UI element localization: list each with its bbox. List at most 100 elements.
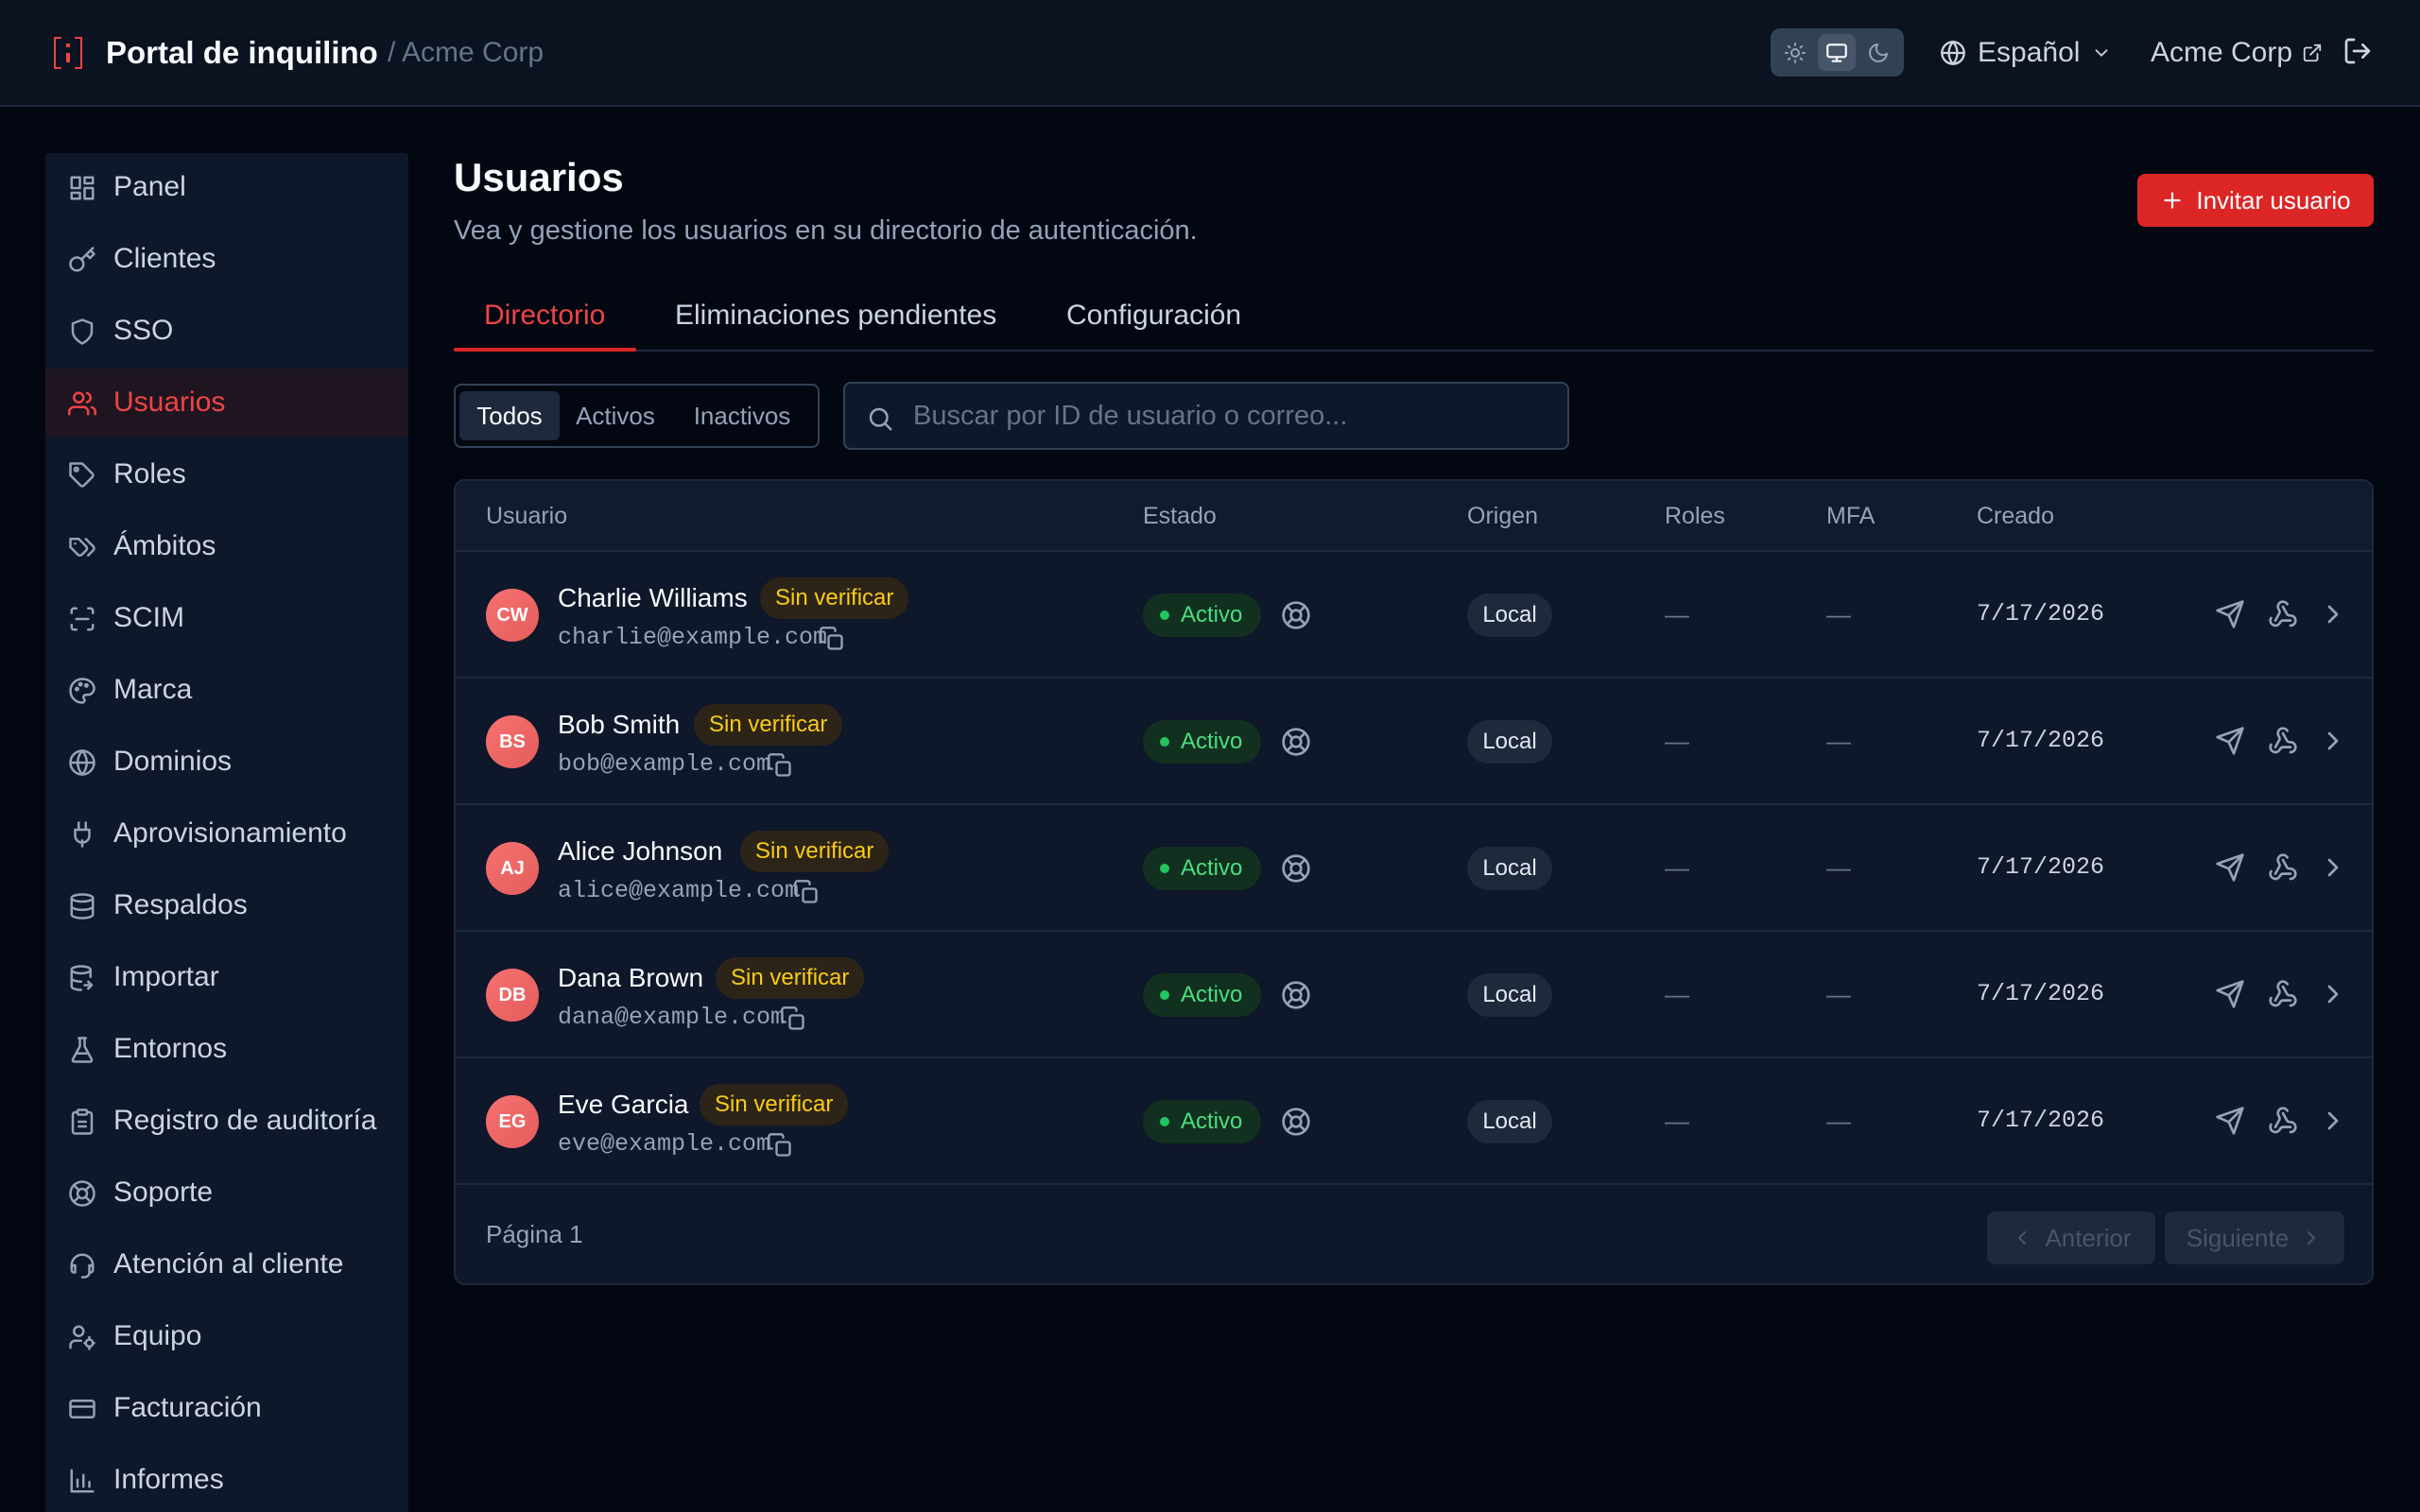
sidebar-item-label: Aprovisionamiento	[113, 817, 347, 849]
light-theme-button[interactable]	[1776, 34, 1814, 71]
filter-inactivos[interactable]: Inactivos	[671, 391, 813, 440]
sidebar-item-respaldos[interactable]: Respaldos	[45, 871, 408, 939]
next-page-label: Siguiente	[2186, 1223, 2290, 1252]
lifebuoy-icon[interactable]	[1281, 1107, 1311, 1137]
sidebar-item-sso[interactable]: SSO	[45, 297, 408, 365]
table-row[interactable]: DB Dana Brown Sin verificar dana@example…	[456, 932, 2372, 1058]
flask-icon	[68, 1036, 96, 1064]
mfa-value: —	[1826, 853, 1851, 882]
sidebar-item-entornos[interactable]: Entornos	[45, 1015, 408, 1083]
avatar: BS	[486, 715, 539, 768]
status-dot	[1160, 990, 1169, 1000]
breadcrumb[interactable]: / Acme Corp	[388, 32, 544, 74]
copy-icon[interactable]	[793, 879, 820, 905]
table-row[interactable]: EG Eve Garcia Sin verificar eve@example.…	[456, 1058, 2372, 1185]
sidebar-item-clientes[interactable]: Clientes	[45, 225, 408, 293]
tab-eliminaciones-pendientes[interactable]: Eliminaciones pendientes	[675, 297, 996, 335]
table-row[interactable]: AJ Alice Johnson Sin verificar alice@exa…	[456, 805, 2372, 932]
search-input[interactable]	[913, 397, 1547, 435]
copy-icon[interactable]	[819, 626, 845, 652]
sidebar-item-ambitos[interactable]: Ámbitos	[45, 512, 408, 580]
roles-value: —	[1665, 853, 1689, 882]
avatar: EG	[486, 1095, 539, 1148]
webhook-icon[interactable]	[2268, 726, 2298, 756]
filter-todos[interactable]: Todos	[459, 391, 560, 440]
users-table: Usuario Estado Origen Roles MFA Creado C…	[454, 479, 2374, 1285]
send-icon[interactable]	[2215, 852, 2245, 883]
lifebuoy-icon[interactable]	[1281, 980, 1311, 1010]
created-date: 7/17/2026	[1977, 1107, 2105, 1134]
sidebar-item-informes[interactable]: Informes	[45, 1446, 408, 1512]
user-name: Bob Smith	[558, 710, 681, 739]
user-email: dana@example.com	[558, 1004, 786, 1031]
logout-button[interactable]	[2342, 36, 2377, 70]
sidebar-item-equipo[interactable]: Equipo	[45, 1302, 408, 1370]
copy-icon[interactable]	[767, 1132, 793, 1159]
search-icon	[866, 404, 894, 433]
tab-configuracion[interactable]: Configuración	[1066, 297, 1241, 335]
roles-value: —	[1665, 1107, 1689, 1135]
system-theme-button[interactable]	[1818, 34, 1856, 71]
dark-theme-button[interactable]	[1859, 34, 1897, 71]
send-icon[interactable]	[2215, 726, 2245, 756]
sidebar-item-atencion-al-cliente[interactable]: Atención al cliente	[45, 1230, 408, 1298]
webhook-icon[interactable]	[2268, 599, 2298, 629]
invite-user-button[interactable]: Invitar usuario	[2137, 174, 2374, 227]
chevron-right-icon[interactable]	[2318, 1106, 2348, 1136]
created-date: 7/17/2026	[1977, 980, 2105, 1007]
users-icon	[68, 389, 96, 418]
sidebar-item-facturacion[interactable]: Facturación	[45, 1374, 408, 1442]
lifebuoy-icon[interactable]	[1281, 853, 1311, 884]
sidebar-item-panel[interactable]: Panel	[45, 153, 408, 221]
copy-icon[interactable]	[780, 1005, 806, 1032]
roles-value: —	[1665, 727, 1689, 755]
sidebar-item-label: Soporte	[113, 1177, 214, 1208]
lifebuoy-icon[interactable]	[1281, 727, 1311, 757]
sidebar-item-usuarios[interactable]: Usuarios	[45, 369, 408, 437]
send-icon[interactable]	[2215, 599, 2245, 629]
chevron-left-icon	[2018, 1231, 2027, 1245]
sidebar-item-label: Usuarios	[113, 387, 226, 418]
send-icon[interactable]	[2215, 1106, 2245, 1136]
mfa-value: —	[1826, 980, 1851, 1008]
next-page-button[interactable]: Siguiente	[2165, 1211, 2344, 1264]
sidebar-item-registro-de-auditoria[interactable]: Registro de auditoría	[45, 1087, 408, 1155]
org-link[interactable]: Acme Corp	[2151, 32, 2323, 74]
chevron-right-icon[interactable]	[2318, 979, 2348, 1009]
sidebar-item-dominios[interactable]: Dominios	[45, 728, 408, 796]
user-email: bob@example.com	[558, 750, 771, 778]
status-badge: Activo	[1143, 720, 1261, 764]
table-row[interactable]: BS Bob Smith Sin verificar bob@example.c…	[456, 679, 2372, 805]
sidebar-item-marca[interactable]: Marca	[45, 656, 408, 724]
previous-page-button[interactable]: Anterior	[1987, 1211, 2155, 1264]
user-name: Alice Johnson	[558, 836, 723, 866]
sidebar-item-label: Roles	[113, 458, 186, 490]
chevron-right-icon[interactable]	[2318, 726, 2348, 756]
sidebar-item-roles[interactable]: Roles	[45, 440, 408, 508]
chevron-right-icon[interactable]	[2318, 852, 2348, 883]
user-name: Dana Brown	[558, 963, 704, 992]
sidebar-item-aprovisionamiento[interactable]: Aprovisionamiento	[45, 799, 408, 868]
webhook-icon[interactable]	[2268, 852, 2298, 883]
tab-directorio[interactable]: Directorio	[484, 297, 605, 335]
table-row[interactable]: CW Charlie Williams Sin verificar charli…	[456, 552, 2372, 679]
table-pagination: Página 1 Anterior Siguiente	[456, 1183, 2372, 1283]
sidebar-item-label: Panel	[113, 171, 186, 202]
unverified-badge: Sin verificar	[740, 831, 890, 872]
status-label: Activo	[1181, 982, 1243, 1007]
sidebar-item-importar[interactable]: Importar	[45, 943, 408, 1011]
filter-activos[interactable]: Activos	[563, 391, 667, 440]
sidebar-item-soporte[interactable]: Soporte	[45, 1159, 408, 1227]
lifebuoy-icon[interactable]	[1281, 600, 1311, 630]
language-selector[interactable]: Español	[1940, 32, 2112, 74]
chevron-right-icon[interactable]	[2318, 599, 2348, 629]
copy-icon[interactable]	[767, 752, 793, 779]
status-label: Activo	[1181, 602, 1243, 627]
origin-badge: Local	[1467, 847, 1552, 890]
webhook-icon[interactable]	[2268, 979, 2298, 1009]
sidebar-item-scim[interactable]: SCIM	[45, 584, 408, 652]
webhook-icon[interactable]	[2268, 1106, 2298, 1136]
status-badge: Activo	[1143, 973, 1261, 1017]
send-icon[interactable]	[2215, 979, 2245, 1009]
tags-icon	[68, 533, 96, 561]
